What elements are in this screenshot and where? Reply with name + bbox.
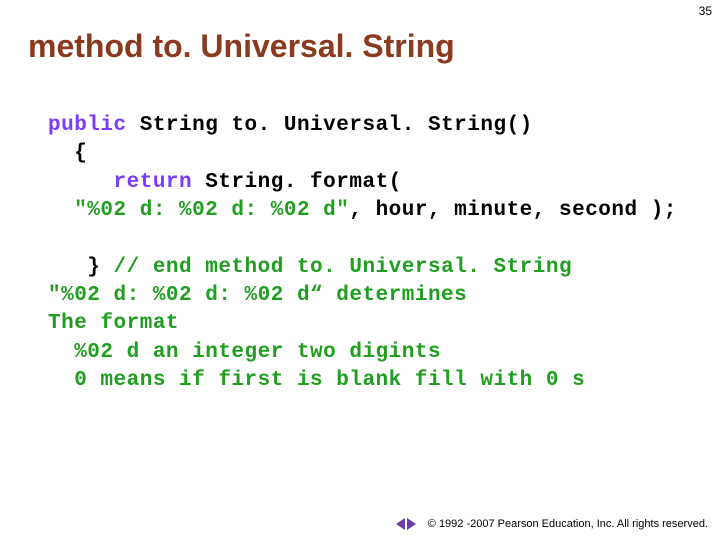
explain-line: 0 means if first is blank fill with 0 s [48, 369, 585, 392]
keyword-return: return [114, 171, 193, 194]
code-indent [48, 171, 114, 194]
next-arrow-icon[interactable] [407, 518, 416, 530]
explain-line: The format [48, 312, 179, 335]
slide: 35 method to. Universal. String public S… [0, 0, 720, 540]
slide-title: method to. Universal. String [28, 28, 455, 65]
explain-line: "%02 d: %02 d: %02 d“ determines [48, 284, 467, 307]
comment: // end method to. Universal. String [114, 256, 573, 279]
code-text: String. format( [192, 171, 402, 194]
explain-line: %02 d an integer two digints [48, 341, 441, 364]
code-block: public String to. Universal. String() { … [48, 112, 700, 395]
code-text: } [48, 256, 114, 279]
code-text: { [48, 142, 87, 165]
string-literal: "%02 d: %02 d: %02 d" [48, 199, 349, 222]
page-number: 35 [699, 4, 712, 18]
nav-arrows [396, 518, 416, 530]
keyword-public: public [48, 114, 127, 137]
code-text: , hour, minute, second ); [349, 199, 677, 222]
prev-arrow-icon[interactable] [396, 518, 405, 530]
copyright-inner: 1992 -2007 Pearson Education, Inc. All r… [439, 518, 708, 530]
code-text: String to. Universal. String() [127, 114, 533, 137]
copyright-text: © 1992 -2007 Pearson Education, Inc. All… [428, 518, 708, 530]
footer: © 1992 -2007 Pearson Education, Inc. All… [396, 518, 708, 530]
